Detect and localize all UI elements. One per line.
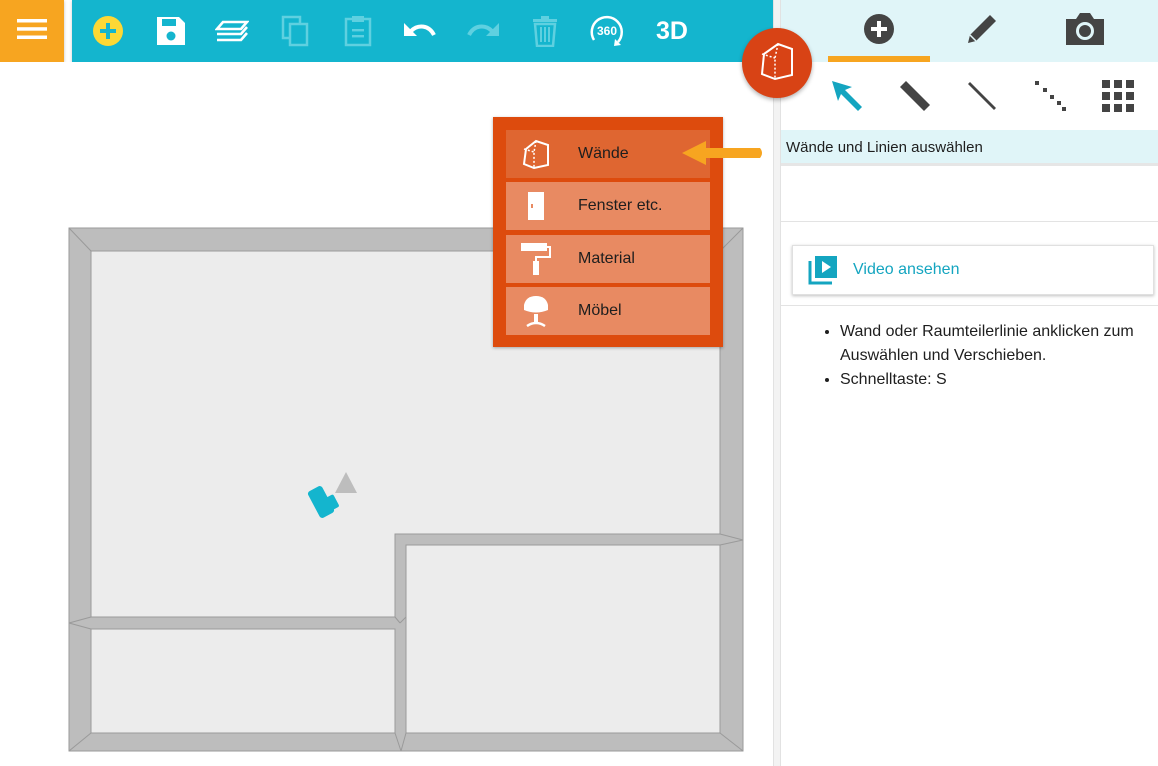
help-item: Schnelltaste: S <box>840 368 1150 392</box>
add-button[interactable] <box>89 12 127 50</box>
hamburger-icon <box>17 18 47 45</box>
video-button-label: Video ansehen <box>853 261 960 278</box>
view-360-button[interactable]: 360 <box>588 12 626 50</box>
main-menu-button[interactable] <box>0 0 64 62</box>
view-3d-label: 3D <box>656 16 688 45</box>
save-button[interactable] <box>152 12 190 50</box>
walls-icon <box>506 130 566 178</box>
tool-select[interactable] <box>823 74 871 122</box>
tool-wall[interactable] <box>891 74 939 122</box>
select-arrow-icon <box>830 79 864 118</box>
view-360-label: 360 <box>597 24 617 38</box>
layers-button[interactable] <box>213 12 251 50</box>
redo-icon <box>466 20 500 42</box>
app-root: 360 3D Wände Fenster etc. Material Möbel… <box>0 0 1158 766</box>
paste-button[interactable] <box>339 12 377 50</box>
main-toolbar: 360 3D <box>72 0 773 62</box>
tab-camera[interactable] <box>1034 0 1136 62</box>
copy-button[interactable] <box>276 12 314 50</box>
popup-item-material-label: Material <box>578 250 635 267</box>
help-text: Wand oder Raumteilerlinie anklicken zum … <box>800 320 1150 392</box>
camera-icon <box>1064 11 1106 52</box>
add-circle-icon <box>91 14 125 48</box>
chair-icon <box>506 287 566 335</box>
popup-item-windows-label: Fenster etc. <box>578 197 663 214</box>
separator-line <box>781 221 1158 222</box>
add-menu-fab[interactable] <box>742 28 812 98</box>
pointer-arrow-icon <box>680 139 764 172</box>
help-item: Wand oder Raumteilerlinie anklicken zum … <box>840 320 1150 368</box>
popup-item-material[interactable]: Material <box>506 235 710 283</box>
popup-item-furniture-label: Möbel <box>578 302 622 319</box>
door-icon <box>506 182 566 230</box>
wall-tools <box>781 62 1158 130</box>
right-panel-tabs <box>781 0 1158 62</box>
delete-button[interactable] <box>526 12 564 50</box>
separator-line <box>781 305 1158 306</box>
popup-item-furniture[interactable]: Möbel <box>506 287 710 335</box>
redo-button[interactable] <box>464 12 502 50</box>
tab-edit[interactable] <box>931 0 1033 62</box>
undo-icon <box>403 20 437 42</box>
tool-grid[interactable] <box>1094 74 1142 122</box>
view-360-icon: 360 <box>588 14 626 48</box>
video-library-icon <box>793 255 853 285</box>
tab-add[interactable] <box>828 0 930 62</box>
pencil-icon <box>964 11 1000 52</box>
layers-icon <box>215 17 249 45</box>
save-icon <box>155 15 187 47</box>
undo-button[interactable] <box>401 12 439 50</box>
add-circle-icon <box>862 12 896 51</box>
view-3d-button[interactable]: 3D <box>650 12 694 50</box>
popup-item-windows[interactable]: Fenster etc. <box>506 182 710 230</box>
help-list: Wand oder Raumteilerlinie anklicken zum … <box>800 320 1150 392</box>
room-bottom-left[interactable] <box>90 628 396 734</box>
copy-icon <box>280 15 310 47</box>
tool-dotted-line[interactable] <box>1026 74 1074 122</box>
tool-line[interactable] <box>958 74 1006 122</box>
thick-wall-icon <box>898 79 932 118</box>
popup-item-walls-label: Wände <box>578 145 629 162</box>
tool-hint: Wände und Linien auswählen <box>781 130 1158 166</box>
thin-line-icon <box>965 79 999 118</box>
grid-icon <box>1102 79 1134 117</box>
dotted-line-icon <box>1033 79 1067 118</box>
room-bottom-right[interactable] <box>405 544 721 734</box>
video-button[interactable]: Video ansehen <box>792 245 1154 295</box>
trash-icon <box>532 15 558 47</box>
walls-icon <box>759 41 795 86</box>
paint-roller-icon <box>506 235 566 283</box>
panel-divider[interactable] <box>773 0 781 766</box>
paste-icon <box>344 15 372 47</box>
